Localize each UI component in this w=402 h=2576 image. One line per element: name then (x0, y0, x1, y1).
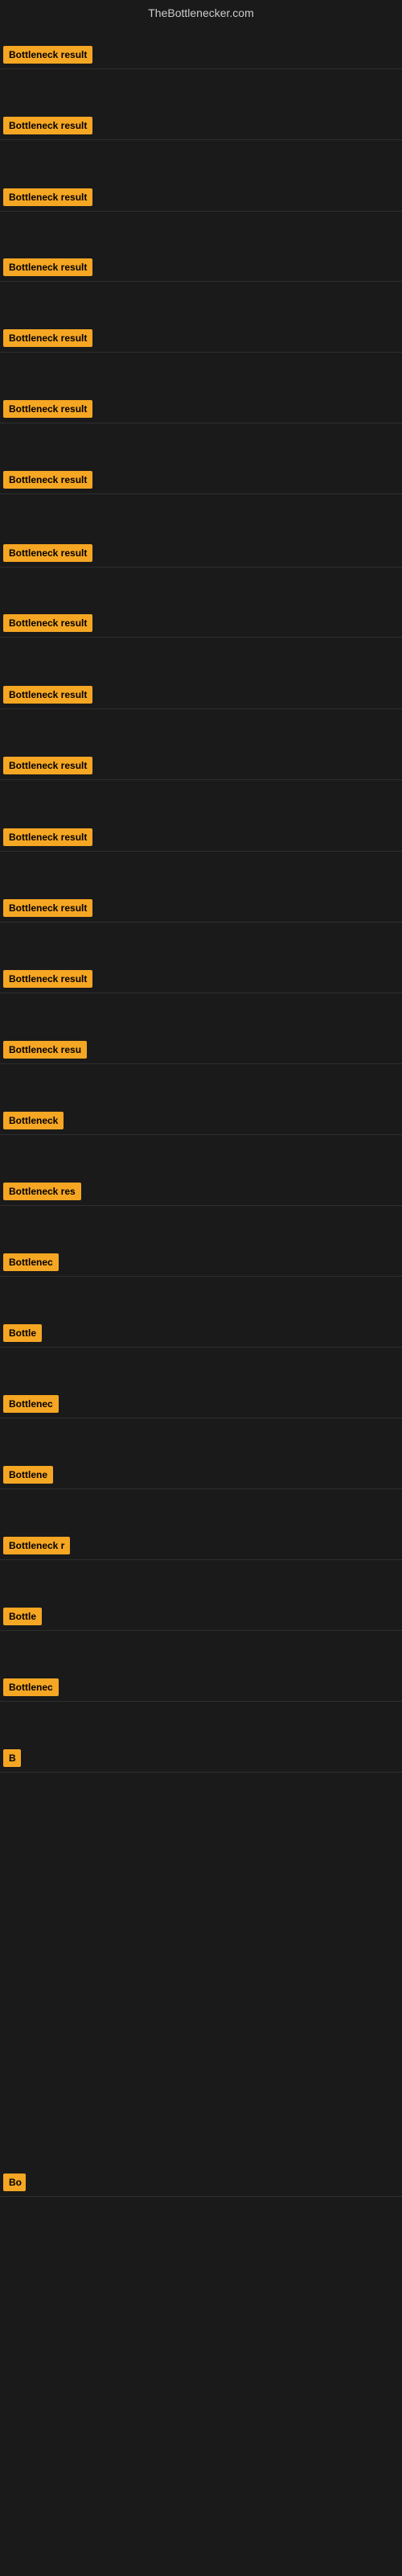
list-item[interactable]: Bottleneck resu (3, 1041, 87, 1059)
bottleneck-badge: Bottleneck result (3, 614, 92, 632)
list-item[interactable]: Bottleneck result (3, 757, 92, 774)
list-item[interactable]: Bottleneck result (3, 400, 92, 418)
bottleneck-badge: Bottleneck result (3, 544, 92, 562)
list-item[interactable]: Bottleneck result (3, 899, 92, 917)
list-item[interactable]: Bottleneck result (3, 117, 92, 134)
separator (0, 1701, 402, 1702)
bottleneck-badge: Bottle (3, 1608, 42, 1625)
list-item[interactable]: Bottleneck result (3, 258, 92, 276)
bottleneck-badge: Bottleneck result (3, 400, 92, 418)
list-item[interactable]: Bottleneck result (3, 471, 92, 489)
bottleneck-badge: Bottleneck r (3, 1537, 70, 1554)
page-container: TheBottlenecker.com Bottleneck result Bot… (0, 0, 402, 2576)
separator (0, 2196, 402, 2197)
separator (0, 1134, 402, 1135)
bottleneck-badge: Bottleneck result (3, 46, 92, 64)
bottleneck-badge: Bottleneck result (3, 686, 92, 704)
list-item[interactable]: Bottleneck result (3, 828, 92, 846)
list-item[interactable]: Bo (3, 2174, 26, 2191)
site-header: TheBottlenecker.com (0, 0, 402, 23)
list-item[interactable]: Bottleneck result (3, 614, 92, 632)
separator (0, 1276, 402, 1277)
separator (0, 1488, 402, 1489)
separator (0, 68, 402, 69)
bottleneck-badge: Bottleneck result (3, 757, 92, 774)
separator (0, 637, 402, 638)
separator (0, 281, 402, 282)
separator (0, 1772, 402, 1773)
bottleneck-badge: Bottle (3, 1324, 42, 1342)
bottleneck-badge: Bottleneck result (3, 329, 92, 347)
separator (0, 1205, 402, 1206)
bottleneck-badge: Bottleneck resu (3, 1041, 87, 1059)
separator (0, 493, 402, 494)
bottleneck-badge: Bottleneck res (3, 1183, 81, 1200)
list-item[interactable]: Bottleneck res (3, 1183, 81, 1200)
list-item[interactable]: B (3, 1749, 21, 1767)
bottleneck-badge: Bottleneck result (3, 471, 92, 489)
list-item[interactable]: Bottleneck result (3, 329, 92, 347)
separator (0, 139, 402, 140)
list-item[interactable]: Bottleneck result (3, 970, 92, 988)
bottleneck-badge: Bottleneck result (3, 899, 92, 917)
list-item[interactable]: Bottleneck result (3, 544, 92, 562)
list-item[interactable]: Bottle (3, 1608, 42, 1625)
separator (0, 1630, 402, 1631)
bottleneck-badge: Bottlenec (3, 1253, 59, 1271)
bottleneck-badge: B (3, 1749, 21, 1767)
list-item[interactable]: Bottleneck result (3, 188, 92, 206)
list-item[interactable]: Bottlenec (3, 1395, 59, 1413)
list-item[interactable]: Bottleneck result (3, 46, 92, 64)
separator (0, 1063, 402, 1064)
bottleneck-badge: Bottleneck result (3, 970, 92, 988)
separator (0, 1347, 402, 1348)
bottleneck-badge: Bottlene (3, 1466, 53, 1484)
separator (0, 851, 402, 852)
site-title: TheBottlenecker.com (148, 6, 254, 19)
bottleneck-badge: Bottleneck result (3, 188, 92, 206)
list-item[interactable]: Bottlenec (3, 1253, 59, 1271)
bottleneck-badge: Bottlenec (3, 1395, 59, 1413)
separator (0, 708, 402, 709)
separator (0, 567, 402, 568)
separator (0, 922, 402, 923)
list-item[interactable]: Bottlenec (3, 1678, 59, 1696)
list-item[interactable]: Bottle (3, 1324, 42, 1342)
separator (0, 211, 402, 212)
bottleneck-badge: Bottleneck result (3, 828, 92, 846)
bottleneck-badge: Bottleneck result (3, 258, 92, 276)
separator (0, 352, 402, 353)
bottleneck-badge: Bo (3, 2174, 26, 2191)
bottleneck-badge: Bottleneck (3, 1112, 64, 1129)
bottleneck-badge: Bottlenec (3, 1678, 59, 1696)
list-item[interactable]: Bottleneck r (3, 1537, 70, 1554)
separator (0, 779, 402, 780)
bottleneck-badge: Bottleneck result (3, 117, 92, 134)
list-item[interactable]: Bottleneck (3, 1112, 64, 1129)
separator (0, 1559, 402, 1560)
list-item[interactable]: Bottleneck result (3, 686, 92, 704)
list-item[interactable]: Bottlene (3, 1466, 53, 1484)
